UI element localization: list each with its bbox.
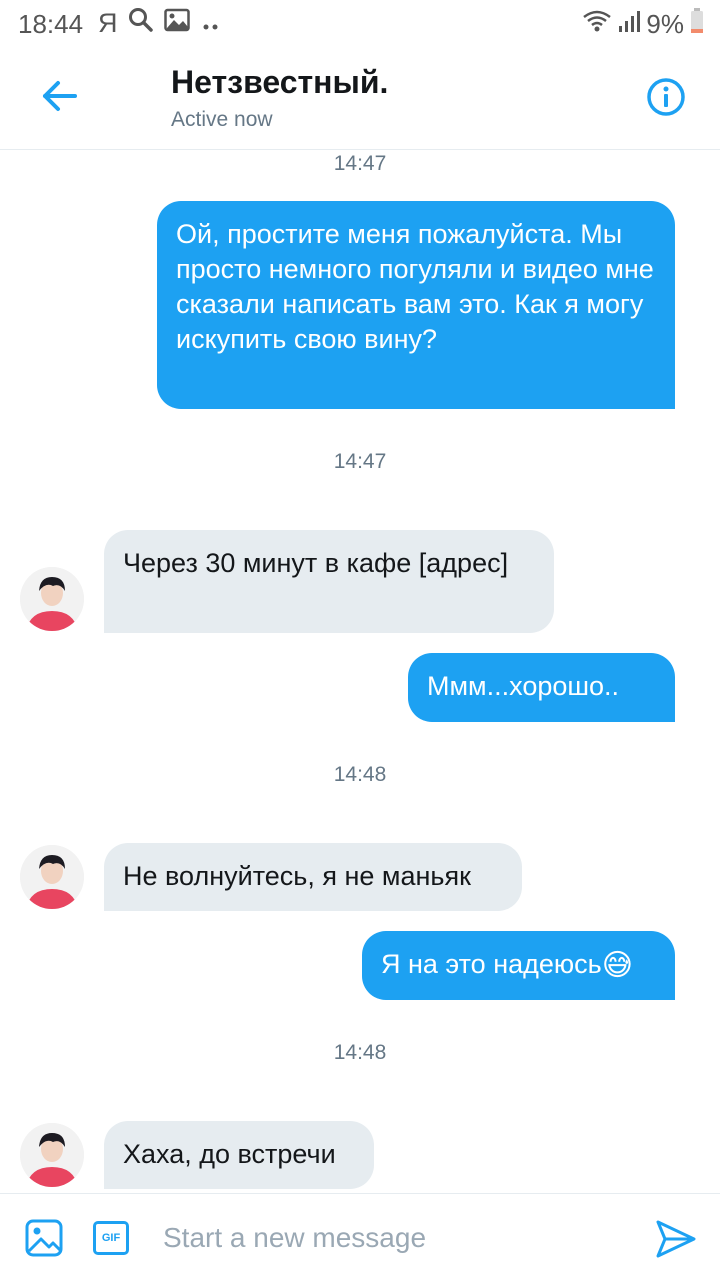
battery-icon [690, 8, 704, 41]
yandex-icon: Я [98, 8, 118, 38]
message-text: Я на это надеюсь [381, 949, 602, 979]
presence-status: Active now [171, 108, 273, 131]
send-icon [656, 1220, 696, 1258]
wifi-icon [582, 9, 612, 40]
message-timestamp: 14:47 [333, 450, 387, 473]
incoming-message[interactable]: Не волнуйтесь, я не маньяк [104, 843, 522, 911]
message-text: Ой, простите меня пожалуйста. Мы просто … [176, 219, 654, 354]
avatar[interactable] [20, 845, 84, 909]
arrow-left-icon [43, 81, 77, 111]
message-text: Не волнуйтесь, я не маньяк [123, 861, 471, 891]
signal-icon [618, 9, 641, 40]
search-icon [128, 7, 154, 40]
info-icon [647, 78, 685, 116]
gif-button[interactable]: GIF [93, 1221, 129, 1255]
outgoing-message[interactable]: Ммм...хорошо.. [408, 653, 675, 722]
message-text: Хаха, до встречи [123, 1139, 336, 1169]
conversation-header: Нетзвестный. Active now [0, 46, 720, 150]
back-button[interactable] [40, 76, 80, 116]
avatar[interactable] [20, 1123, 84, 1187]
image-icon [25, 1219, 63, 1257]
message-timestamp: 14:48 [333, 763, 387, 786]
incoming-message[interactable]: Хаха, до встречи [104, 1121, 374, 1189]
status-bar: 18:44 Я 9% [0, 0, 720, 46]
add-media-button[interactable] [25, 1219, 63, 1257]
battery-percent: 9% [646, 9, 684, 39]
send-button[interactable] [655, 1219, 697, 1259]
message-timestamp: 14:47 [333, 152, 387, 175]
status-system-icons: 9% [582, 8, 704, 41]
conversation-info-button[interactable] [646, 77, 686, 117]
status-time: 18:44 [18, 9, 84, 39]
avatar[interactable] [20, 567, 84, 631]
message-composer: GIF [0, 1193, 720, 1280]
status-notification-icons: Я [98, 7, 222, 40]
message-text: Ммм...хорошо.. [427, 671, 620, 701]
outgoing-message[interactable]: Я на это надеюсь😅 [362, 931, 675, 1000]
incoming-message[interactable]: Через 30 минут в кафе [адрес] [104, 530, 554, 633]
gif-label: GIF [101, 1232, 121, 1244]
more-dots-icon [200, 8, 222, 39]
outgoing-message[interactable]: Ой, простите меня пожалуйста. Мы просто … [157, 201, 675, 409]
grinning-sweat-emoji: 😅 [601, 949, 633, 982]
message-text: Через 30 минут в кафе [адрес] [123, 548, 509, 578]
image-icon [163, 8, 190, 39]
contact-name[interactable]: Нетзвестный. [171, 64, 388, 101]
message-timestamp: 14:48 [333, 1041, 387, 1064]
message-input[interactable] [163, 1216, 623, 1260]
